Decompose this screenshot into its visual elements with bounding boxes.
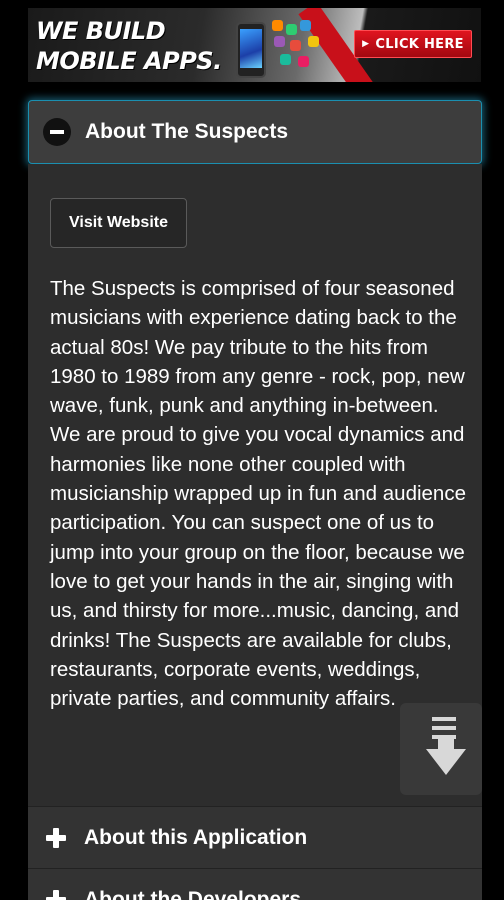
plus-icon [42,886,70,900]
down-arrow-icon [426,749,466,775]
section-header-about-developers[interactable]: About the Developers [28,868,482,900]
phone-icon [236,22,266,78]
section-header-about-suspects[interactable]: About The Suspects [28,100,482,164]
play-icon: ▶ [362,39,370,49]
plus-icon [42,824,70,852]
scroll-down-button[interactable] [400,703,482,795]
minus-circle-icon [43,118,71,146]
section-title: About the Developers [84,887,302,900]
click-here-button[interactable]: ▶ CLICK HERE [354,30,472,58]
app-icon [286,24,297,35]
section-title: About The Suspects [85,120,289,143]
band-description: The Suspects is comprised of four season… [50,277,466,711]
app-icon [290,40,301,51]
section-title: About this Application [84,825,308,849]
banner-headline: WE BUILD MOBILE APPS. [36,17,222,75]
app-icon [280,54,291,65]
click-here-label: CLICK HERE [375,36,464,52]
section-header-about-application[interactable]: About this Application [28,806,482,868]
app-icon [298,56,309,67]
app-icon [274,36,285,47]
app-icon [272,20,283,31]
visit-website-button[interactable]: Visit Website [50,198,187,248]
ad-banner[interactable]: WE BUILD MOBILE APPS. ▶ CLICK HERE [28,8,481,82]
app-icon [300,20,311,31]
app-icon [308,36,319,47]
